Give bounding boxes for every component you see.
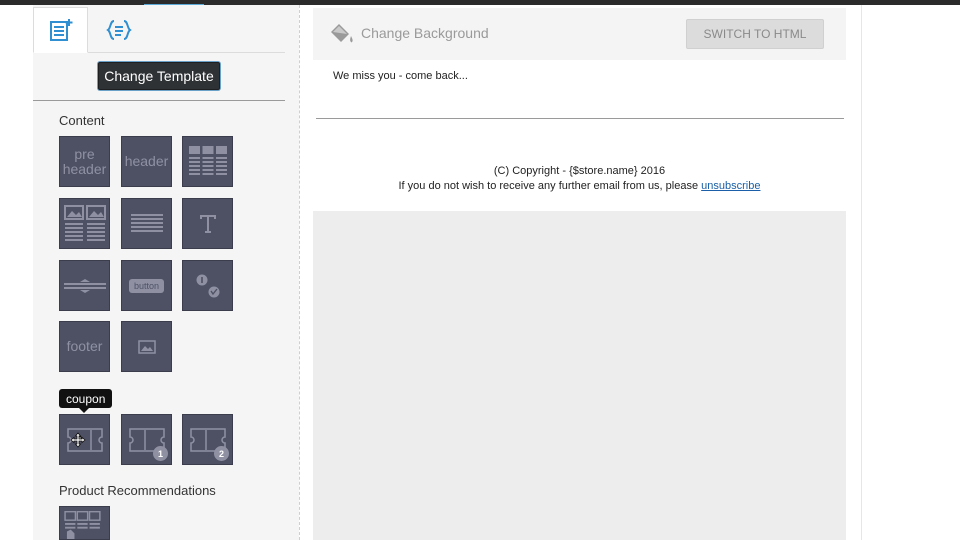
sidebar-dashed-separator: [299, 5, 300, 540]
unsubscribe-link[interactable]: unsubscribe: [701, 180, 760, 192]
block-text-lines[interactable]: [121, 198, 172, 249]
email-divider: [316, 118, 844, 119]
block-two-images[interactable]: [59, 198, 110, 249]
sidebar-tabs: [33, 7, 285, 53]
editor-toolbar: Change Background SWITCH TO HTML: [313, 8, 846, 60]
block-button-label: button: [128, 278, 165, 293]
two-images-icon: [63, 204, 106, 241]
coupon-badge-1: 1: [153, 446, 168, 461]
email-footer-unsubscribe-line: If you do not wish to receive any furthe…: [313, 180, 846, 192]
coupon-badge-2: 2: [214, 446, 229, 461]
right-edge-line: [861, 5, 862, 540]
block-text[interactable]: [182, 198, 233, 249]
social-icons-icon: [196, 274, 219, 297]
add-block-icon: [49, 19, 72, 41]
email-footer-copyright: (C) Copyright - {$store.name} 2016: [493, 165, 666, 177]
switch-to-html-button[interactable]: SWITCH TO HTML: [686, 19, 824, 49]
block-footer-label: footer: [66, 338, 103, 354]
tab-code[interactable]: [91, 7, 146, 53]
sidebar: Change Template Content pre header heade…: [33, 5, 299, 540]
coupon-tooltip: coupon: [59, 389, 113, 413]
block-footer[interactable]: footer: [59, 321, 110, 372]
block-coupon-2[interactable]: 2: [182, 414, 233, 465]
block-preheader-label: pre header: [62, 145, 107, 177]
unsubscribe-prefix-text: If you do not wish to receive any furthe…: [398, 180, 702, 192]
email-editor: Change Background SWITCH TO HTML We miss…: [313, 8, 846, 540]
paint-bucket-icon[interactable]: [329, 21, 355, 52]
change-template-button[interactable]: Change Template: [98, 62, 220, 90]
block-header-label: header: [124, 153, 169, 169]
product-recommendations-title: Product Recommendations: [59, 483, 216, 498]
block-button[interactable]: button: [121, 260, 172, 311]
tab-blocks[interactable]: [33, 7, 88, 53]
block-social[interactable]: [182, 260, 233, 311]
image-grid-icon: [188, 145, 227, 175]
image-icon: [137, 339, 156, 354]
coupon-move-icon: [66, 427, 103, 452]
sidebar-divider-line: [33, 100, 285, 101]
block-image[interactable]: [121, 321, 172, 372]
divider-icon: [63, 278, 106, 293]
product-grid-icon: [64, 511, 101, 539]
block-divider[interactable]: [59, 260, 110, 311]
block-product-recommendations[interactable]: [59, 506, 110, 540]
block-header[interactable]: header: [121, 136, 172, 187]
block-coupon-1[interactable]: 1: [121, 414, 172, 465]
change-background-button[interactable]: Change Background: [361, 25, 489, 41]
text-t-icon: [199, 214, 216, 233]
email-canvas: We miss you - come back... (C) Copyright…: [313, 60, 846, 211]
text-lines-icon: [130, 213, 163, 232]
content-section-title: Content: [59, 113, 105, 128]
email-body-text[interactable]: We miss you - come back...: [333, 70, 468, 82]
code-braces-icon: [105, 20, 132, 40]
block-coupon[interactable]: [59, 414, 110, 465]
block-image-grid[interactable]: [182, 136, 233, 187]
block-preheader[interactable]: pre header: [59, 136, 110, 187]
